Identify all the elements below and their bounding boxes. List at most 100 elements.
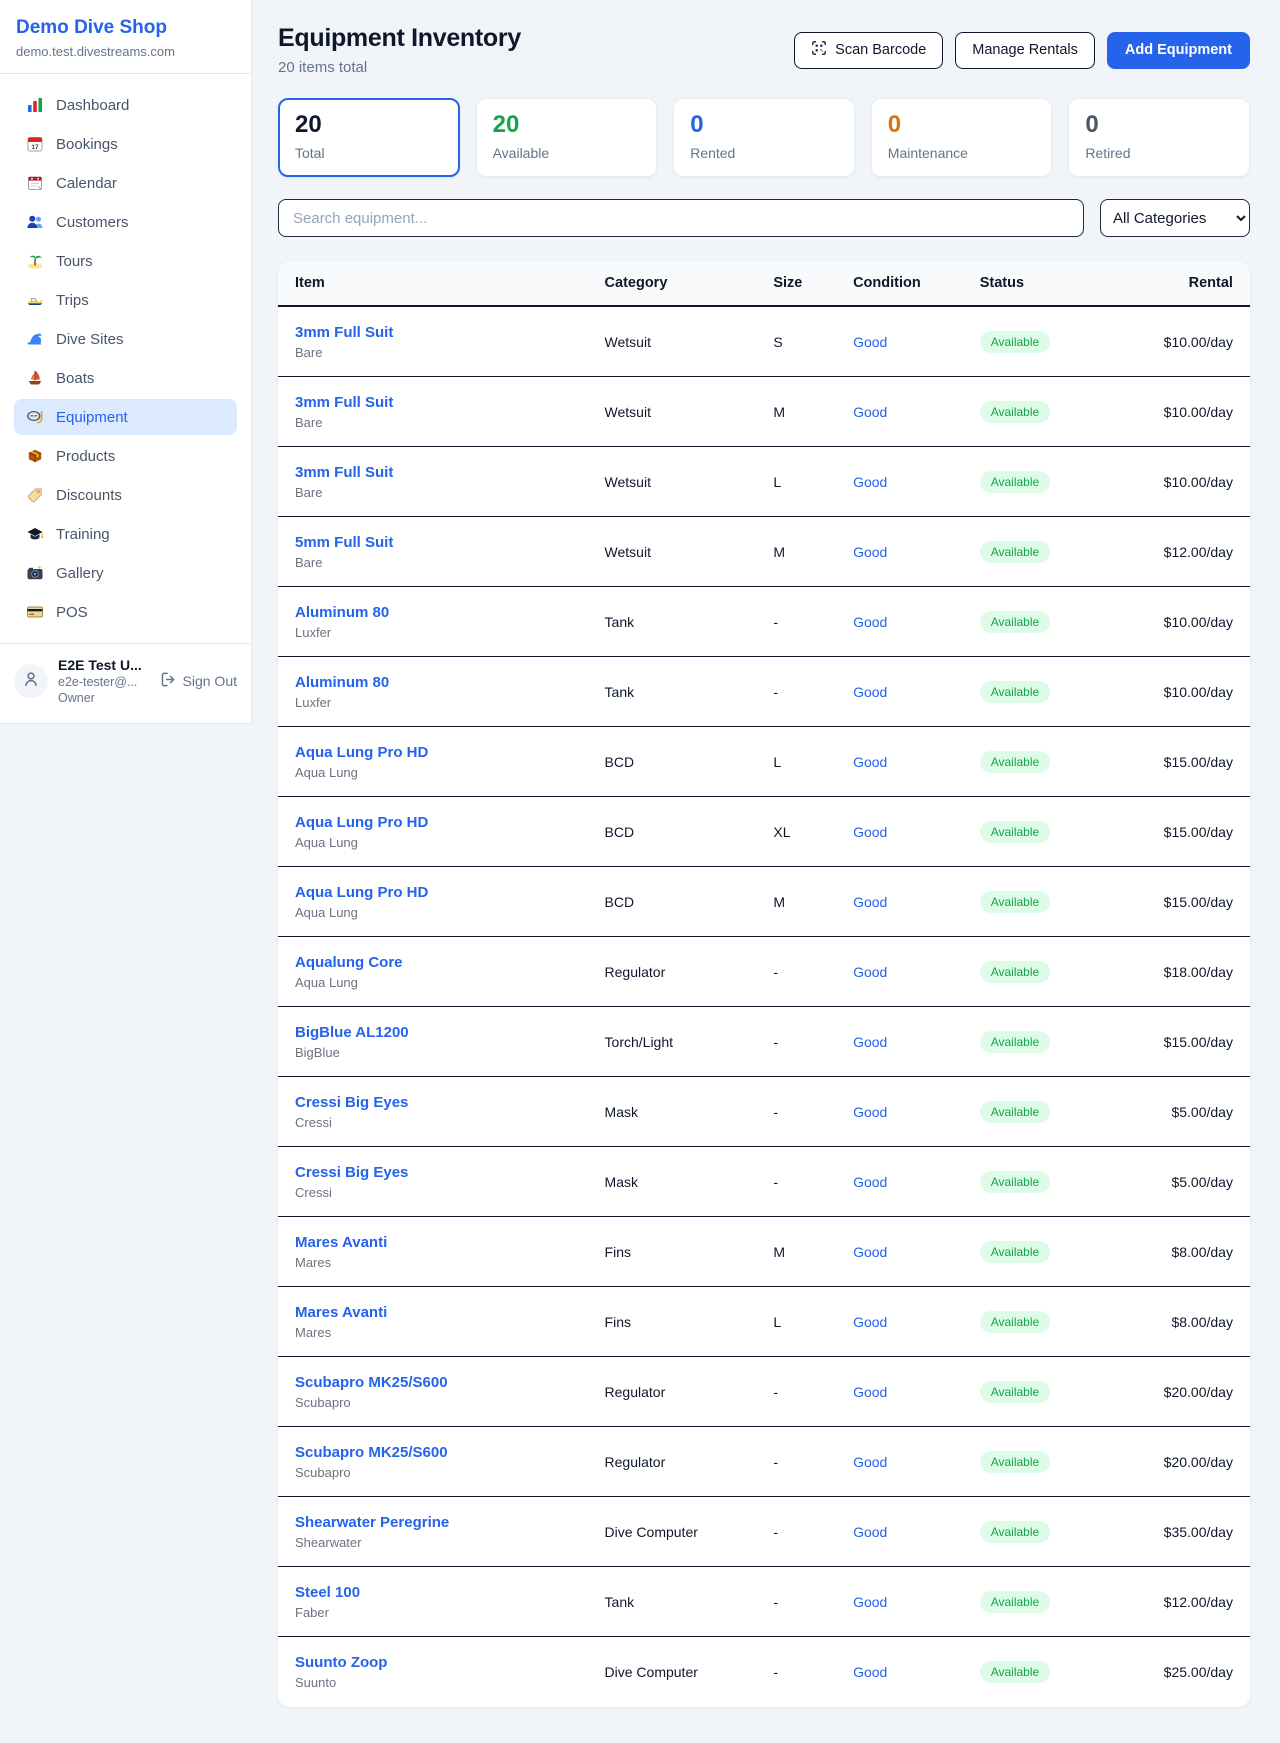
- cell-status: Available: [980, 681, 1116, 703]
- sidebar-item-customers[interactable]: Customers: [14, 204, 237, 240]
- bar-chart-icon: [26, 96, 44, 114]
- stat-card-maintenance[interactable]: 0 Maintenance: [871, 98, 1053, 177]
- condition-link[interactable]: Good: [853, 404, 887, 420]
- boats-icon: [26, 369, 44, 387]
- item-name-link[interactable]: Shearwater Peregrine: [295, 1514, 449, 1531]
- column-header-category: Category: [605, 275, 774, 291]
- sign-out-button[interactable]: Sign Out: [160, 671, 237, 691]
- stat-card-total[interactable]: 20 Total: [278, 98, 460, 177]
- item-name-link[interactable]: Aqualung Core: [295, 954, 403, 971]
- cell-category: BCD: [605, 754, 774, 770]
- sidebar-item-tours[interactable]: Tours: [14, 243, 237, 279]
- cell-status: Available: [980, 1661, 1116, 1683]
- sign-out-label: Sign Out: [183, 673, 237, 689]
- condition-link[interactable]: Good: [853, 1034, 887, 1050]
- search-input[interactable]: [278, 199, 1084, 237]
- sidebar-item-calendar[interactable]: Calendar: [14, 165, 237, 201]
- condition-link[interactable]: Good: [853, 1314, 887, 1330]
- item-name-link[interactable]: 3mm Full Suit: [295, 324, 393, 341]
- cell-size: L: [773, 1314, 853, 1330]
- stat-card-retired[interactable]: 0 Retired: [1068, 98, 1250, 177]
- stat-card-available[interactable]: 20 Available: [476, 98, 658, 177]
- table-row: 3mm Full Suit Bare Wetsuit L Good Availa…: [278, 447, 1250, 517]
- cell-rental: $5.00/day: [1116, 1104, 1233, 1120]
- item-brand: Aqua Lung: [295, 975, 605, 990]
- item-name-link[interactable]: Aqua Lung Pro HD: [295, 814, 428, 831]
- item-name-link[interactable]: 5mm Full Suit: [295, 534, 393, 551]
- pos-icon: [26, 603, 44, 621]
- item-name-link[interactable]: Steel 100: [295, 1584, 360, 1601]
- cell-item: Aqua Lung Pro HD Aqua Lung: [295, 884, 605, 920]
- cell-condition: Good: [853, 684, 980, 700]
- manage-rentals-button[interactable]: Manage Rentals: [955, 32, 1095, 69]
- item-name-link[interactable]: Aqua Lung Pro HD: [295, 744, 428, 761]
- cell-size: M: [773, 544, 853, 560]
- condition-link[interactable]: Good: [853, 1174, 887, 1190]
- header-actions: Scan Barcode Manage Rentals Add Equipmen…: [794, 32, 1250, 69]
- cell-status: Available: [980, 1171, 1116, 1193]
- cell-category: Torch/Light: [605, 1034, 774, 1050]
- item-name-link[interactable]: Mares Avanti: [295, 1234, 387, 1251]
- condition-link[interactable]: Good: [853, 824, 887, 840]
- item-name-link[interactable]: Mares Avanti: [295, 1304, 387, 1321]
- sidebar-item-pos[interactable]: POS: [14, 594, 237, 630]
- sidebar-item-equipment[interactable]: Equipment: [14, 399, 237, 435]
- sidebar-item-label: POS: [56, 604, 88, 621]
- sidebar-item-boats[interactable]: Boats: [14, 360, 237, 396]
- table-row: Aqua Lung Pro HD Aqua Lung BCD XL Good A…: [278, 797, 1250, 867]
- stat-card-rented[interactable]: 0 Rented: [673, 98, 855, 177]
- sidebar-item-dive-sites[interactable]: Dive Sites: [14, 321, 237, 357]
- item-name-link[interactable]: Cressi Big Eyes: [295, 1164, 408, 1181]
- item-name-link[interactable]: Suunto Zoop: [295, 1654, 387, 1671]
- sidebar-item-discounts[interactable]: Discounts: [14, 477, 237, 513]
- item-name-link[interactable]: Aluminum 80: [295, 604, 389, 621]
- cell-status: Available: [980, 961, 1116, 983]
- item-name-link[interactable]: 3mm Full Suit: [295, 464, 393, 481]
- condition-link[interactable]: Good: [853, 754, 887, 770]
- condition-link[interactable]: Good: [853, 894, 887, 910]
- category-select[interactable]: All Categories: [1100, 199, 1250, 237]
- sidebar-item-trips[interactable]: Trips: [14, 282, 237, 318]
- cell-rental: $15.00/day: [1116, 754, 1233, 770]
- condition-link[interactable]: Good: [853, 964, 887, 980]
- item-name-link[interactable]: Cressi Big Eyes: [295, 1094, 408, 1111]
- condition-link[interactable]: Good: [853, 544, 887, 560]
- shop-title: Demo Dive Shop: [16, 17, 235, 39]
- svg-text:17: 17: [31, 144, 39, 151]
- sidebar-item-gallery[interactable]: Gallery: [14, 555, 237, 591]
- condition-link[interactable]: Good: [853, 614, 887, 630]
- sidebar-item-dashboard[interactable]: Dashboard: [14, 87, 237, 123]
- condition-link[interactable]: Good: [853, 1594, 887, 1610]
- item-name-link[interactable]: Aqua Lung Pro HD: [295, 884, 428, 901]
- item-name-link[interactable]: BigBlue AL1200: [295, 1024, 409, 1041]
- condition-link[interactable]: Good: [853, 334, 887, 350]
- condition-link[interactable]: Good: [853, 1524, 887, 1540]
- sidebar-item-bookings[interactable]: 17 Bookings: [14, 126, 237, 162]
- item-brand: Bare: [295, 415, 605, 430]
- condition-link[interactable]: Good: [853, 474, 887, 490]
- item-name-link[interactable]: Scubapro MK25/S600: [295, 1444, 448, 1461]
- cell-condition: Good: [853, 1104, 980, 1120]
- condition-link[interactable]: Good: [853, 1664, 887, 1680]
- condition-link[interactable]: Good: [853, 1244, 887, 1260]
- condition-link[interactable]: Good: [853, 1104, 887, 1120]
- item-name-link[interactable]: Scubapro MK25/S600: [295, 1374, 448, 1391]
- condition-link[interactable]: Good: [853, 684, 887, 700]
- sidebar-item-products[interactable]: Products: [14, 438, 237, 474]
- cell-size: M: [773, 894, 853, 910]
- cell-size: -: [773, 964, 853, 980]
- condition-link[interactable]: Good: [853, 1384, 887, 1400]
- cell-status: Available: [980, 611, 1116, 633]
- cell-rental: $8.00/day: [1116, 1244, 1233, 1260]
- item-name-link[interactable]: Aluminum 80: [295, 674, 389, 691]
- item-name-link[interactable]: 3mm Full Suit: [295, 394, 393, 411]
- cell-category: Dive Computer: [605, 1524, 774, 1540]
- add-equipment-button[interactable]: Add Equipment: [1107, 32, 1250, 69]
- cell-item: Cressi Big Eyes Cressi: [295, 1094, 605, 1130]
- condition-link[interactable]: Good: [853, 1454, 887, 1470]
- cell-rental: $15.00/day: [1116, 824, 1233, 840]
- sidebar-item-label: Dive Sites: [56, 331, 124, 348]
- scan-barcode-button[interactable]: Scan Barcode: [794, 32, 943, 69]
- cell-status: Available: [980, 751, 1116, 773]
- sidebar-item-training[interactable]: Training: [14, 516, 237, 552]
